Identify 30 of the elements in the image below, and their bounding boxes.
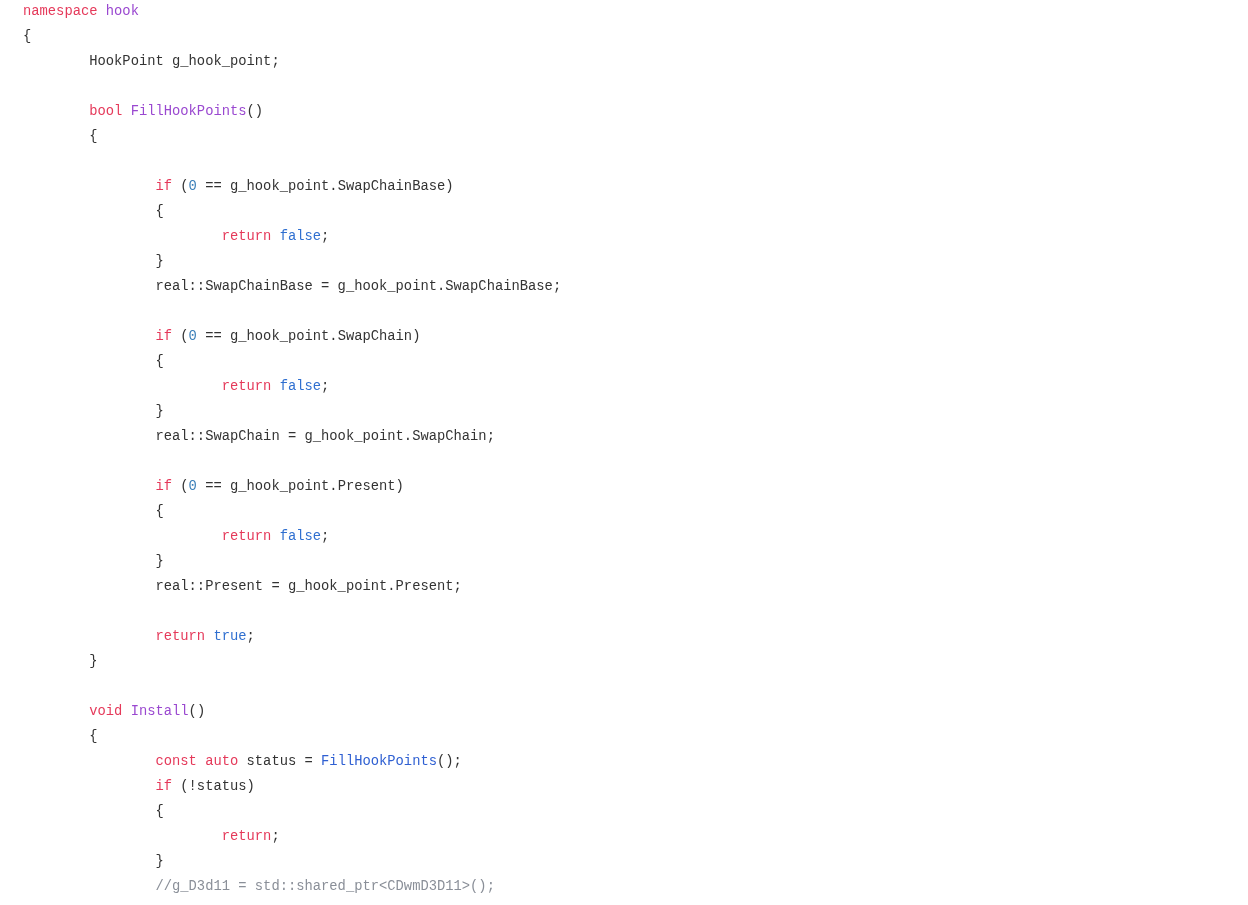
code-line: { (23, 29, 32, 44)
code-line: { (154, 504, 164, 519)
code-line: } (88, 654, 98, 669)
code-line: } (154, 554, 164, 569)
code-line: real::SwapChainBase = g_hook_point.SwapChainBase; (154, 279, 562, 294)
code-line: return false; (220, 229, 330, 244)
code-line: if (!status) (154, 779, 255, 794)
code-line: { (154, 804, 164, 819)
code-line: void Install() (88, 704, 206, 719)
code-line: { (88, 729, 98, 744)
code-line: return true; (154, 629, 255, 644)
code-line: namespace hook (23, 4, 139, 19)
code-line: { (154, 204, 164, 219)
code-line: { (88, 129, 98, 144)
code-line: bool FillHookPoints() (88, 104, 264, 119)
code-line: //g_D3d11 = std::shared_ptr<CDwmD3D11>(); (154, 879, 495, 894)
code-line: return false; (220, 529, 330, 544)
code-line: { (154, 354, 164, 369)
code-line: if (0 == g_hook_point.SwapChain) (154, 329, 421, 344)
code-line: const auto status = FillHookPoints(); (154, 754, 462, 769)
code-line: real::SwapChain = g_hook_point.SwapChain; (154, 429, 495, 444)
code-line: return; (220, 829, 280, 844)
code-line: if (0 == g_hook_point.Present) (154, 479, 404, 494)
code-line: return false; (220, 379, 330, 394)
code-line: } (154, 854, 164, 869)
code-line: } (154, 404, 164, 419)
code-line: if (0 == g_hook_point.SwapChainBase) (154, 179, 454, 194)
code-line: real::Present = g_hook_point.Present; (154, 579, 462, 594)
code-line: HookPoint g_hook_point; (88, 54, 280, 69)
code-line: } (154, 254, 164, 269)
